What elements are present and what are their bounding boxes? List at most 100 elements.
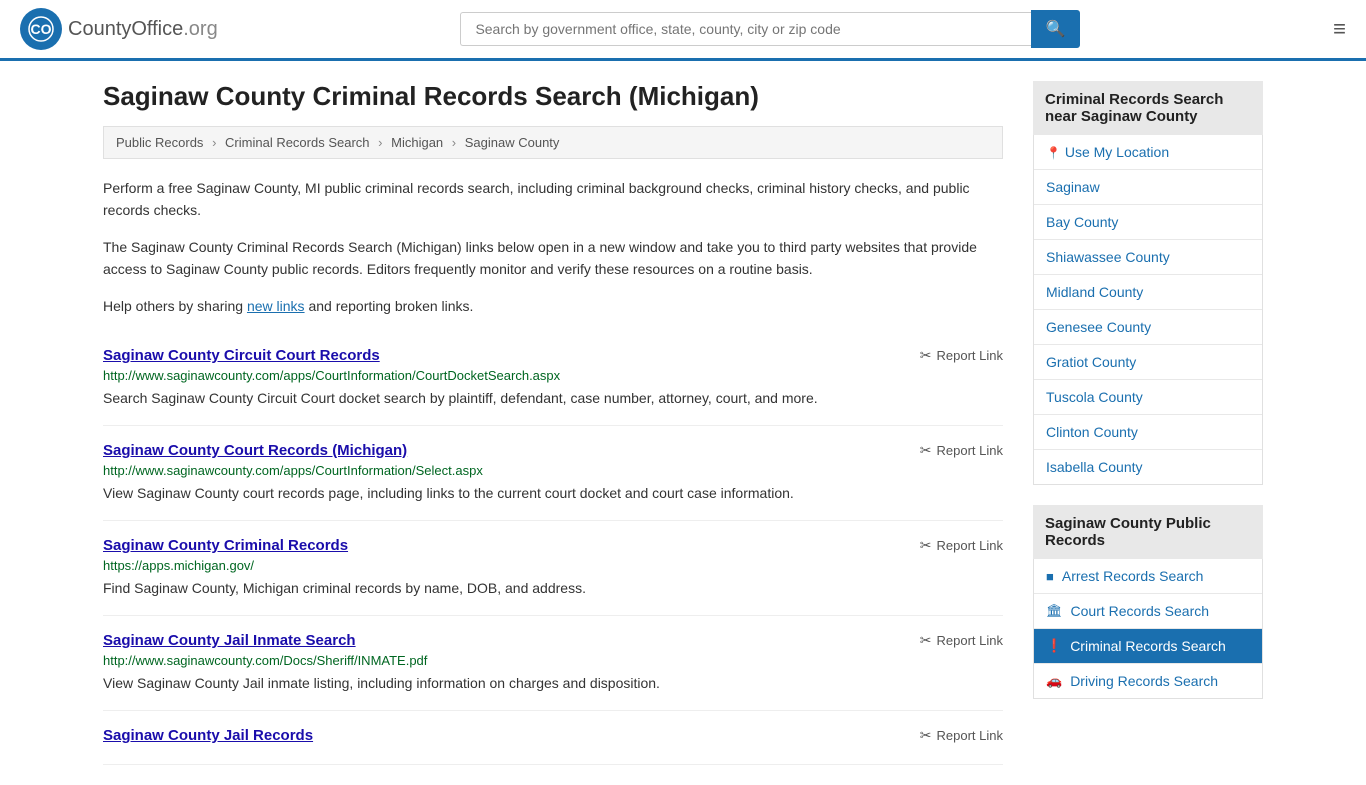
report-label: Report Link	[937, 633, 1003, 648]
isabella-link[interactable]: Isabella County	[1034, 450, 1262, 484]
breadcrumb: Public Records › Criminal Records Search…	[103, 126, 1003, 159]
arrest-records-link[interactable]: ■ Arrest Records Search	[1034, 559, 1262, 593]
record-desc: Search Saginaw County Circuit Court dock…	[103, 388, 1003, 409]
sidebar-item-midland[interactable]: Midland County	[1034, 275, 1262, 310]
sidebar-item-criminal[interactable]: ❗ Criminal Records Search	[1034, 629, 1262, 664]
page-title: Saginaw County Criminal Records Search (…	[103, 81, 1003, 112]
sidebar-item-gratiot[interactable]: Gratiot County	[1034, 345, 1262, 380]
report-label: Report Link	[937, 348, 1003, 363]
record-title[interactable]: Saginaw County Court Records (Michigan)	[103, 442, 407, 459]
report-icon: ✂	[920, 347, 932, 364]
nearby-header: Criminal Records Search near Saginaw Cou…	[1033, 81, 1263, 135]
desc-pre: Help others by sharing	[103, 298, 247, 314]
menu-icon[interactable]: ≡	[1333, 16, 1346, 42]
tuscola-link[interactable]: Tuscola County	[1034, 380, 1262, 414]
clinton-link[interactable]: Clinton County	[1034, 415, 1262, 449]
criminal-label: Criminal Records Search	[1070, 638, 1226, 654]
description-para1: Perform a free Saginaw County, MI public…	[103, 177, 1003, 222]
location-icon: 📍	[1046, 146, 1061, 160]
sidebar-item-tuscola[interactable]: Tuscola County	[1034, 380, 1262, 415]
sidebar-item-court[interactable]: 🏛 Court Records Search	[1034, 594, 1262, 629]
public-records-links: ■ Arrest Records Search 🏛 Court Records …	[1033, 559, 1263, 699]
content-area: Saginaw County Criminal Records Search (…	[103, 81, 1003, 765]
report-link[interactable]: ✂ Report Link	[920, 442, 1003, 459]
search-input[interactable]	[460, 12, 1030, 46]
sidebar-item-driving[interactable]: 🚗 Driving Records Search	[1034, 664, 1262, 698]
genesee-link[interactable]: Genesee County	[1034, 310, 1262, 344]
bay-county-link[interactable]: Bay County	[1034, 205, 1262, 239]
sidebar: Criminal Records Search near Saginaw Cou…	[1033, 81, 1263, 765]
record-title[interactable]: Saginaw County Jail Records	[103, 727, 313, 744]
breadcrumb-criminal-records[interactable]: Criminal Records Search	[225, 135, 370, 150]
report-link[interactable]: ✂ Report Link	[920, 347, 1003, 364]
breadcrumb-public-records[interactable]: Public Records	[116, 135, 203, 150]
record-item: Saginaw County Court Records (Michigan) …	[103, 426, 1003, 521]
description-para2: The Saginaw County Criminal Records Sear…	[103, 236, 1003, 281]
search-icon: 🔍	[1046, 21, 1066, 38]
sidebar-item-arrest[interactable]: ■ Arrest Records Search	[1034, 559, 1262, 594]
sidebar-item-location[interactable]: 📍 Use My Location	[1034, 135, 1262, 170]
report-icon: ✂	[920, 632, 932, 649]
record-url[interactable]: https://apps.michigan.gov/	[103, 558, 1003, 573]
breadcrumb-current: Saginaw County	[465, 135, 560, 150]
record-header: Saginaw County Criminal Records ✂ Report…	[103, 537, 1003, 554]
report-label: Report Link	[937, 538, 1003, 553]
sidebar-item-saginaw[interactable]: Saginaw	[1034, 170, 1262, 205]
gratiot-link[interactable]: Gratiot County	[1034, 345, 1262, 379]
sidebar-item-isabella[interactable]: Isabella County	[1034, 450, 1262, 484]
new-links-link[interactable]: new links	[247, 298, 305, 314]
records-list: Saginaw County Circuit Court Records ✂ R…	[103, 331, 1003, 765]
public-records-section: Saginaw County Public Records ■ Arrest R…	[1033, 505, 1263, 699]
record-item: Saginaw County Circuit Court Records ✂ R…	[103, 331, 1003, 426]
report-icon: ✂	[920, 442, 932, 459]
record-item: Saginaw County Jail Inmate Search ✂ Repo…	[103, 616, 1003, 711]
record-title[interactable]: Saginaw County Circuit Court Records	[103, 347, 380, 364]
record-header: Saginaw County Court Records (Michigan) …	[103, 442, 1003, 459]
breadcrumb-sep-2: ›	[378, 135, 382, 150]
report-label: Report Link	[937, 443, 1003, 458]
record-header: Saginaw County Circuit Court Records ✂ R…	[103, 347, 1003, 364]
report-label: Report Link	[937, 728, 1003, 743]
logo-suffix: .org	[183, 18, 217, 40]
report-link[interactable]: ✂ Report Link	[920, 632, 1003, 649]
court-records-link[interactable]: 🏛 Court Records Search	[1034, 594, 1262, 628]
midland-link[interactable]: Midland County	[1034, 275, 1262, 309]
search-button[interactable]: 🔍	[1031, 10, 1081, 48]
saginaw-link[interactable]: Saginaw	[1034, 170, 1262, 204]
breadcrumb-sep-3: ›	[452, 135, 456, 150]
shiawassee-link[interactable]: Shiawassee County	[1034, 240, 1262, 274]
driving-label: Driving Records Search	[1070, 673, 1218, 689]
report-link[interactable]: ✂ Report Link	[920, 727, 1003, 744]
criminal-icon: ❗	[1046, 638, 1062, 654]
use-location-link[interactable]: 📍 Use My Location	[1034, 135, 1262, 169]
sidebar-item-genesee[interactable]: Genesee County	[1034, 310, 1262, 345]
nearby-links: 📍 Use My Location Saginaw Bay County Shi…	[1033, 135, 1263, 485]
report-icon: ✂	[920, 727, 932, 744]
record-header: Saginaw County Jail Inmate Search ✂ Repo…	[103, 632, 1003, 649]
record-url[interactable]: http://www.saginawcounty.com/apps/CourtI…	[103, 368, 1003, 383]
record-desc: View Saginaw County court records page, …	[103, 483, 1003, 504]
criminal-records-link[interactable]: ❗ Criminal Records Search	[1034, 629, 1262, 663]
record-title[interactable]: Saginaw County Jail Inmate Search	[103, 632, 356, 649]
breadcrumb-michigan[interactable]: Michigan	[391, 135, 443, 150]
main-container: Saginaw County Criminal Records Search (…	[83, 61, 1283, 785]
driving-records-link[interactable]: 🚗 Driving Records Search	[1034, 664, 1262, 698]
record-desc: View Saginaw County Jail inmate listing,…	[103, 673, 1003, 694]
logo-text: CountyOffice.org	[68, 18, 218, 41]
driving-icon: 🚗	[1046, 673, 1062, 689]
desc-post: and reporting broken links.	[305, 298, 474, 314]
record-url[interactable]: http://www.saginawcounty.com/apps/CourtI…	[103, 463, 1003, 478]
sidebar-item-clinton[interactable]: Clinton County	[1034, 415, 1262, 450]
report-link[interactable]: ✂ Report Link	[920, 537, 1003, 554]
record-title[interactable]: Saginaw County Criminal Records	[103, 537, 348, 554]
record-url[interactable]: http://www.saginawcounty.com/Docs/Sherif…	[103, 653, 1003, 668]
use-location-label: Use My Location	[1065, 144, 1169, 160]
logo-brand: CountyOffice	[68, 18, 183, 40]
record-item: Saginaw County Criminal Records ✂ Report…	[103, 521, 1003, 616]
report-icon: ✂	[920, 537, 932, 554]
header: CO CountyOffice.org 🔍 ≡	[0, 0, 1366, 61]
logo-area: CO CountyOffice.org	[20, 8, 218, 50]
sidebar-item-bay[interactable]: Bay County	[1034, 205, 1262, 240]
sidebar-item-shiawassee[interactable]: Shiawassee County	[1034, 240, 1262, 275]
public-records-header: Saginaw County Public Records	[1033, 505, 1263, 559]
